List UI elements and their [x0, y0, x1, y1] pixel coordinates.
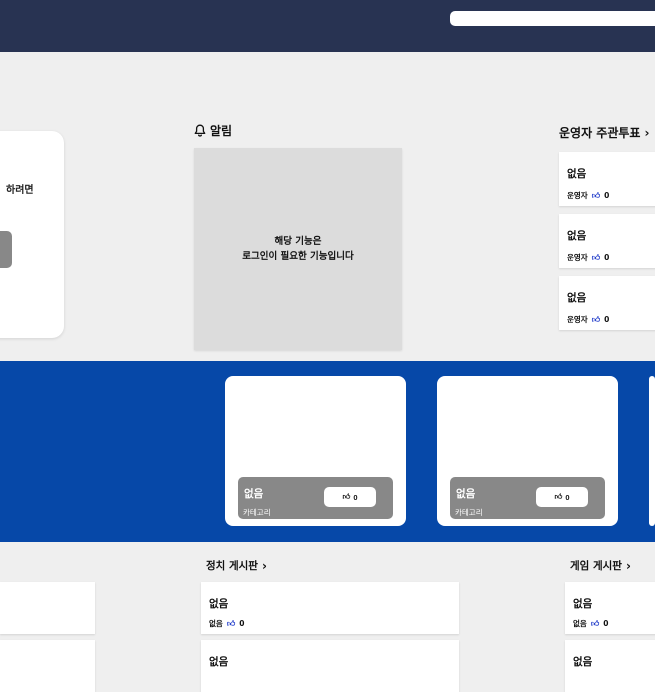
like-button[interactable]: 👍︎ 0	[536, 487, 588, 507]
vote-item-meta: 운영자 👍︎ 0	[567, 252, 609, 263]
thumbs-up-icon: 👍︎	[554, 492, 563, 501]
board-item-meta: 없음 👍︎ 0	[209, 618, 244, 629]
board-item-meta: 없음 👍︎ 0	[573, 618, 608, 629]
featured-card-title: 없음	[244, 488, 264, 500]
board-item-title: 없음	[209, 598, 229, 610]
featured-card-footer: 없음 카테고리 👍︎ 0	[238, 477, 393, 519]
notice-message: 해당 기능은 로그인이 필요한 기능입니다	[242, 234, 354, 264]
like-count: 0	[565, 492, 570, 502]
like-count: 0	[353, 492, 358, 502]
board-item[interactable]: 없음 없음 👍︎ 0	[565, 582, 655, 634]
board-item[interactable]	[0, 582, 95, 634]
bell-icon	[194, 124, 206, 137]
thumbs-up-icon: 👍︎	[591, 314, 601, 324]
board-item-author: 없음	[209, 619, 223, 628]
vote-item-title: 없음	[567, 168, 587, 180]
chevron-right-icon[interactable]: ›	[626, 559, 631, 573]
vote-item-author: 운영자	[567, 315, 588, 324]
politics-board-header[interactable]: 정치 게시판 ›	[206, 558, 267, 573]
board-item[interactable]	[0, 640, 95, 692]
admin-vote-header[interactable]: 운영자 주관투표 ›	[559, 124, 649, 141]
vote-item-author: 운영자	[567, 253, 588, 262]
vote-item[interactable]: 없음 운영자 👍︎ 0	[559, 152, 655, 206]
login-card: 하려면	[0, 131, 64, 338]
notice-message-line-2: 로그인이 필요한 기능입니다	[242, 251, 354, 262]
board-item-title: 없음	[209, 656, 229, 668]
vote-item-likes: 0	[604, 253, 610, 262]
board-item-likes: 0	[603, 619, 609, 628]
notice-message-line-1: 해당 기능은	[274, 236, 322, 247]
board-item-title: 없음	[573, 598, 593, 610]
featured-card-title: 없음	[456, 488, 476, 500]
featured-card[interactable]: 없음 카테고리 👍︎ 0	[225, 376, 406, 526]
vote-item-meta: 운영자 👍︎ 0	[567, 314, 609, 325]
featured-card-category: 카테고리	[243, 508, 271, 517]
login-button[interactable]	[0, 231, 12, 268]
game-board-title[interactable]: 게임 게시판	[570, 558, 622, 573]
thumbs-up-icon: 👍︎	[342, 492, 351, 501]
board-item[interactable]: 없음 없음 👍︎ 0	[201, 582, 459, 634]
featured-card-footer: 없음 카테고리 👍︎ 0	[450, 477, 605, 519]
vote-item-likes: 0	[604, 315, 610, 324]
board-item[interactable]: 없음	[565, 640, 655, 692]
featured-card[interactable]: 없음 카테고리 👍︎ 0	[437, 376, 618, 526]
thumbs-up-icon: 👍︎	[591, 252, 601, 262]
vote-item-likes: 0	[604, 191, 610, 200]
vote-item-title: 없음	[567, 292, 587, 304]
chevron-right-icon[interactable]: ›	[644, 126, 649, 140]
search-input[interactable]	[450, 11, 655, 26]
vote-item[interactable]: 없음 운영자 👍︎ 0	[559, 276, 655, 330]
featured-card-category: 카테고리	[455, 508, 483, 517]
like-button[interactable]: 👍︎ 0	[324, 487, 376, 507]
vote-item-title: 없음	[567, 230, 587, 242]
notice-header: 알림	[194, 122, 232, 139]
thumbs-up-icon: 👍︎	[591, 190, 601, 200]
top-header	[0, 0, 655, 52]
login-prompt-text: 하려면	[6, 185, 34, 196]
board-item-title: 없음	[573, 656, 593, 668]
politics-board-title[interactable]: 정치 게시판	[206, 558, 258, 573]
featured-card[interactable]	[649, 376, 655, 526]
thumbs-up-icon: 👍︎	[226, 618, 236, 628]
vote-item-meta: 운영자 👍︎ 0	[567, 190, 609, 201]
admin-vote-title[interactable]: 운영자 주관투표	[559, 124, 640, 141]
chevron-right-icon[interactable]: ›	[262, 559, 267, 573]
board-item-author: 없음	[573, 619, 587, 628]
board-item[interactable]: 없음	[201, 640, 459, 692]
vote-item-author: 운영자	[567, 191, 588, 200]
notice-title: 알림	[210, 124, 233, 138]
game-board-header[interactable]: 게임 게시판 ›	[570, 558, 631, 573]
thumbs-up-icon: 👍︎	[590, 618, 600, 628]
notice-box: 해당 기능은 로그인이 필요한 기능입니다	[194, 148, 402, 350]
vote-item[interactable]: 없음 운영자 👍︎ 0	[559, 214, 655, 268]
board-item-likes: 0	[239, 619, 245, 628]
